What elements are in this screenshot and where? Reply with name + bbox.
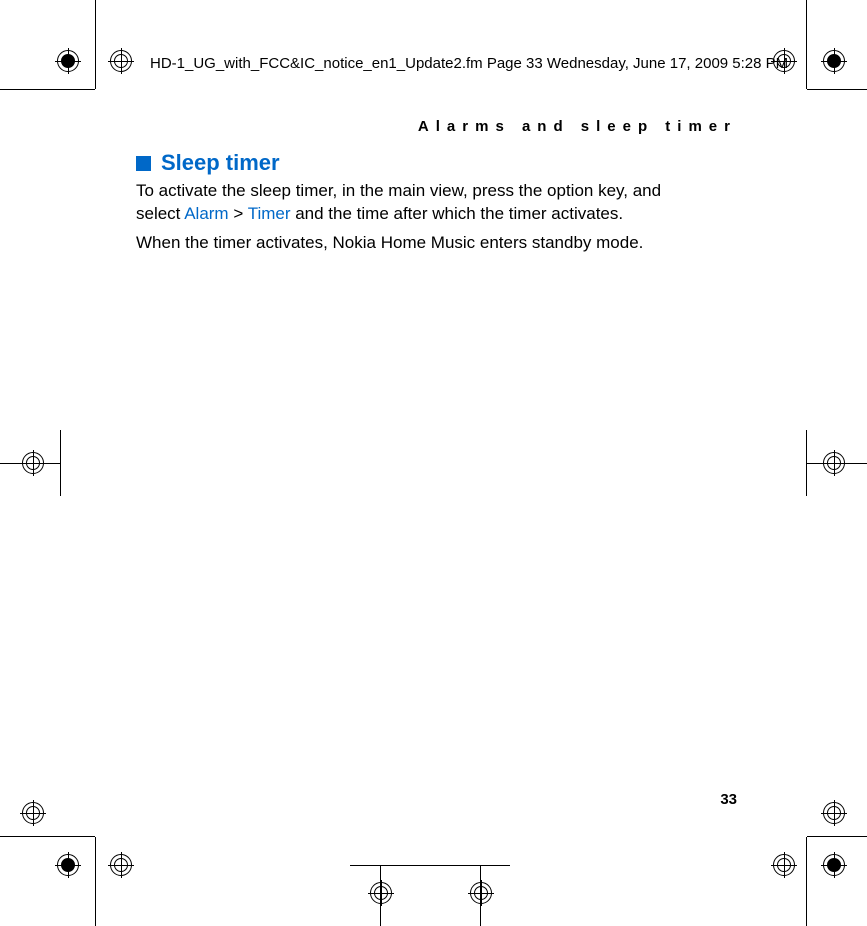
registration-mark-icon (55, 48, 81, 74)
crop-mark (806, 0, 807, 89)
registration-mark-icon (821, 450, 847, 476)
crop-mark (806, 837, 807, 926)
registration-mark-icon (771, 852, 797, 878)
section-heading: Sleep timer (136, 150, 280, 176)
heading-text: Sleep timer (161, 150, 280, 176)
crop-mark (807, 836, 867, 837)
registration-mark-icon (20, 800, 46, 826)
crop-mark (95, 837, 96, 926)
crop-mark (0, 89, 95, 90)
registration-mark-icon (821, 48, 847, 74)
registration-mark-icon (821, 800, 847, 826)
crop-mark (807, 89, 867, 90)
registration-mark-icon (20, 450, 46, 476)
menu-path-item: Alarm (184, 204, 228, 223)
menu-path-separator: > (229, 204, 248, 223)
registration-mark-icon (368, 880, 394, 906)
page-number: 33 (720, 791, 737, 808)
square-bullet-icon (136, 156, 151, 171)
body-paragraph: To activate the sleep timer, in the main… (136, 180, 696, 226)
crop-mark (806, 430, 807, 496)
body-paragraph: When the timer activates, Nokia Home Mus… (136, 232, 696, 255)
header-file-info: HD-1_UG_with_FCC&IC_notice_en1_Update2.f… (150, 55, 788, 72)
crop-mark (350, 865, 510, 866)
crop-mark (0, 836, 95, 837)
crop-mark (60, 430, 61, 496)
menu-path-item: Timer (248, 204, 291, 223)
crop-mark (95, 0, 96, 89)
body-text: and the time after which the timer activ… (291, 204, 624, 223)
registration-mark-icon (108, 48, 134, 74)
registration-mark-icon (821, 852, 847, 878)
running-head: Alarms and sleep timer (418, 118, 737, 135)
registration-mark-icon (468, 880, 494, 906)
registration-mark-icon (55, 852, 81, 878)
registration-mark-icon (108, 852, 134, 878)
